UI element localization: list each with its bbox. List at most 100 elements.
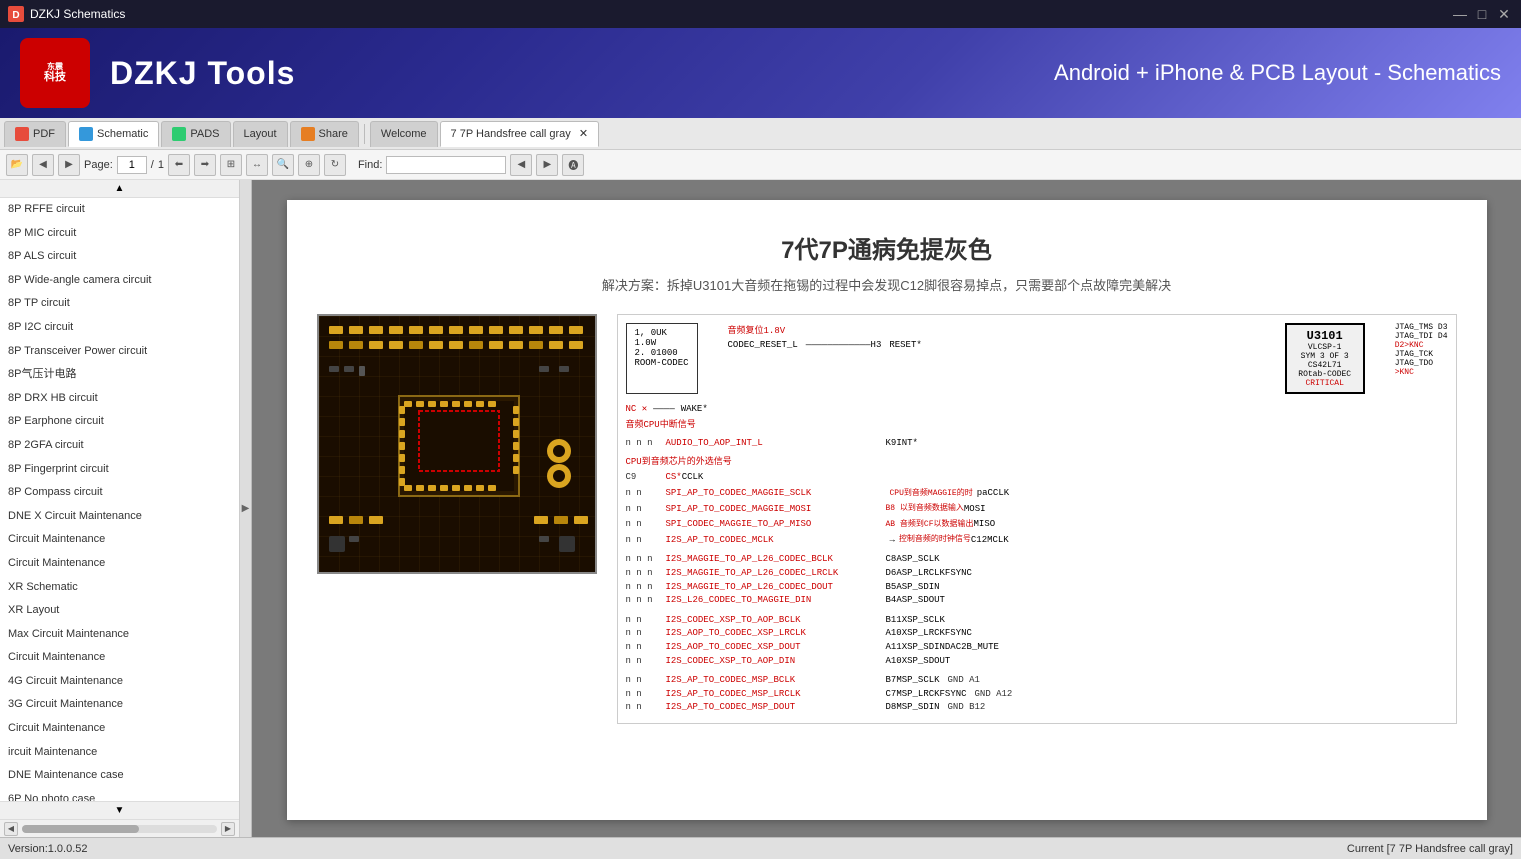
- company-logo: 东震 科技: [20, 38, 90, 108]
- app-icon: D: [8, 6, 24, 22]
- sidebar-scroll-up[interactable]: ▲: [0, 180, 239, 198]
- msp-sdin-label: MSP_SDIN: [896, 701, 939, 714]
- sidebar-item-13[interactable]: DNE X Circuit Maintenance: [0, 505, 239, 529]
- asp-section: n n n I2S_MAGGIE_TO_AP_L26_CODEC_BCLK C8…: [626, 552, 1448, 607]
- sidebar-item-17[interactable]: XR Layout: [0, 599, 239, 623]
- vref-line1: 1, 0UK: [635, 328, 689, 338]
- tab-layout[interactable]: Layout: [233, 121, 288, 147]
- nav-open-button[interactable]: 📂: [6, 154, 28, 176]
- sidebar-item-2[interactable]: 8P ALS circuit: [0, 245, 239, 269]
- fit-width-button[interactable]: ↔: [246, 154, 268, 176]
- pads-label: PADS: [190, 128, 219, 140]
- zoom-in-button[interactable]: ⊕: [298, 154, 320, 176]
- tab-active-doc[interactable]: 7 7P Handsfree call gray ✕: [440, 121, 599, 147]
- tab-welcome[interactable]: Welcome: [370, 121, 438, 147]
- sidebar-item-6[interactable]: 8P Transceiver Power circuit: [0, 340, 239, 364]
- find-next-button[interactable]: ▶: [536, 154, 558, 176]
- hscroll-thumb[interactable]: [22, 825, 139, 833]
- xsp-din-pin: A10: [886, 655, 902, 668]
- find-options-button[interactable]: 🅐: [562, 154, 584, 176]
- sidebar-item-18[interactable]: Max Circuit Maintenance: [0, 623, 239, 647]
- sidebar-hscroll: ◀ ▶: [0, 819, 239, 837]
- signal-row-spi-miso: n n SPI_CODEC_MAGGIE_TO_AP_MISO AB 音频到CF…: [626, 518, 1448, 531]
- nav-back-button[interactable]: ◀: [32, 154, 54, 176]
- rotate-button[interactable]: ↻: [324, 154, 346, 176]
- sidebar-item-0[interactable]: 8P RFFE circuit: [0, 198, 239, 222]
- msp-lrclk-pin: C7: [886, 688, 897, 701]
- hscroll-right[interactable]: ▶: [221, 822, 235, 836]
- tab-share[interactable]: Share: [290, 121, 359, 147]
- minimize-button[interactable]: —: [1451, 5, 1469, 23]
- row-nums-msp3: n n: [626, 701, 666, 714]
- sidebar-item-12[interactable]: 8P Compass circuit: [0, 481, 239, 505]
- fit-page-button[interactable]: ⊞: [220, 154, 242, 176]
- audio-int-signal: AUDIO_TO_AOP_INT_L: [666, 437, 886, 450]
- jtag-tdo: JTAG_TDO: [1395, 359, 1448, 368]
- spi-mosi-signal: SPI_AP_TO_CODEC_MAGGIE_MOSI: [666, 503, 886, 516]
- jtag-tck: JTAG_TCK: [1395, 350, 1448, 359]
- cclk-r: CCLK: [988, 487, 1010, 500]
- hscroll-left[interactable]: ◀: [4, 822, 18, 836]
- sidebar-item-9[interactable]: 8P Earphone circuit: [0, 410, 239, 434]
- sidebar-item-8[interactable]: 8P DRX HB circuit: [0, 387, 239, 411]
- row-nums-xsp3: n n: [626, 641, 666, 654]
- signal-row-asp-dout: n n n I2S_MAGGIE_TO_AP_L26_CODEC_DOUT B5…: [626, 581, 1448, 594]
- pdf-label: PDF: [33, 128, 55, 140]
- maximize-button[interactable]: □: [1473, 5, 1491, 23]
- miso-anno: AB 音频到CF以数据输出: [886, 519, 974, 530]
- sidebar-item-23[interactable]: ircuit Maintenance: [0, 741, 239, 765]
- logo-line2: 科技: [44, 71, 66, 84]
- msp-bclk-signal: I2S_AP_TO_CODEC_MSP_BCLK: [666, 674, 886, 687]
- cpu-int-label: 音频CPU中断信号: [626, 419, 696, 432]
- sidebar-item-15[interactable]: Circuit Maintenance: [0, 552, 239, 576]
- sidebar-scroll-down[interactable]: ▼: [0, 801, 239, 819]
- tab-pdf[interactable]: PDF: [4, 121, 66, 147]
- sidebar-item-11[interactable]: 8P Fingerprint circuit: [0, 458, 239, 482]
- sidebar-item-5[interactable]: 8P I2C circuit: [0, 316, 239, 340]
- find-prev-button[interactable]: ◀: [510, 154, 532, 176]
- close-tab-icon[interactable]: ✕: [579, 127, 588, 140]
- signal-row-msp-bclk: n n I2S_AP_TO_CODEC_MSP_BCLK B7 MSP_SCLK…: [626, 674, 1448, 687]
- jtag-tdi: JTAG_TDI D4: [1395, 332, 1448, 341]
- vref-line2: 1.0W: [635, 338, 689, 348]
- sidebar-item-19[interactable]: Circuit Maintenance: [0, 646, 239, 670]
- active-doc-label: 7 7P Handsfree call gray: [451, 128, 571, 140]
- signal-row-int: 音频CPU中断信号: [626, 419, 1448, 432]
- tab-pads[interactable]: PADS: [161, 121, 230, 147]
- sidebar-item-21[interactable]: 3G Circuit Maintenance: [0, 693, 239, 717]
- asp-lrclk-pin: D6: [886, 567, 897, 580]
- page-input[interactable]: [117, 156, 147, 174]
- sidebar-item-22[interactable]: Circuit Maintenance: [0, 717, 239, 741]
- sidebar-item-20[interactable]: 4G Circuit Maintenance: [0, 670, 239, 694]
- xsp-sdout-label: XSP_SDINDAC2B_MUTE: [902, 641, 999, 654]
- next-page-button[interactable]: ➡: [194, 154, 216, 176]
- cclk-label: CCLK: [682, 471, 704, 484]
- sidebar-item-10[interactable]: 8P 2GFA circuit: [0, 434, 239, 458]
- sidebar-item-16[interactable]: XR Schematic: [0, 576, 239, 600]
- asp-bclk-pin: C8: [886, 553, 897, 566]
- xsp-din-signal: I2S_CODEC_XSP_TO_AOP_DIN: [666, 655, 886, 668]
- close-button[interactable]: ✕: [1495, 5, 1513, 23]
- sidebar-item-1[interactable]: 8P MIC circuit: [0, 222, 239, 246]
- signal-row-cs: C9 CS* CCLK: [626, 471, 1448, 484]
- signal-row-asp-lrclk: n n n I2S_MAGGIE_TO_AP_L26_CODEC_LRCLK D…: [626, 567, 1448, 580]
- zoom-out-button[interactable]: 🔍: [272, 154, 294, 176]
- gnd-a12: GND A12: [975, 688, 1013, 701]
- find-input[interactable]: [386, 156, 506, 174]
- codec-reset-row: CODEC_RESET_L ————————————H3 RESET*: [728, 340, 1255, 350]
- sidebar-item-7[interactable]: 8P气压计电路: [0, 363, 239, 387]
- row-nums-asp3: n n n: [626, 581, 666, 594]
- sidebar-item-4[interactable]: 8P TP circuit: [0, 292, 239, 316]
- tab-schematic[interactable]: Schematic: [68, 121, 159, 147]
- msp-dout-pin: D8: [886, 701, 897, 714]
- sidebar-item-14[interactable]: Circuit Maintenance: [0, 528, 239, 552]
- sidebar-item-24[interactable]: DNE Maintenance case: [0, 764, 239, 788]
- int-label: INT*: [896, 437, 918, 450]
- spi-anno: CPU到音频MAGGIE的时: [890, 488, 973, 499]
- sidebar-item-3[interactable]: 8P Wide-angle camera circuit: [0, 269, 239, 293]
- nav-forward-button[interactable]: ▶: [58, 154, 80, 176]
- header-banner: 东震 科技 DZKJ Tools Android + iPhone & PCB …: [0, 28, 1521, 118]
- prev-page-button[interactable]: ⬅: [168, 154, 190, 176]
- sidebar[interactable]: ▲ 8P RFFE circuit 8P MIC circuit 8P ALS …: [0, 180, 240, 837]
- sidebar-toggle[interactable]: ▶: [240, 180, 252, 837]
